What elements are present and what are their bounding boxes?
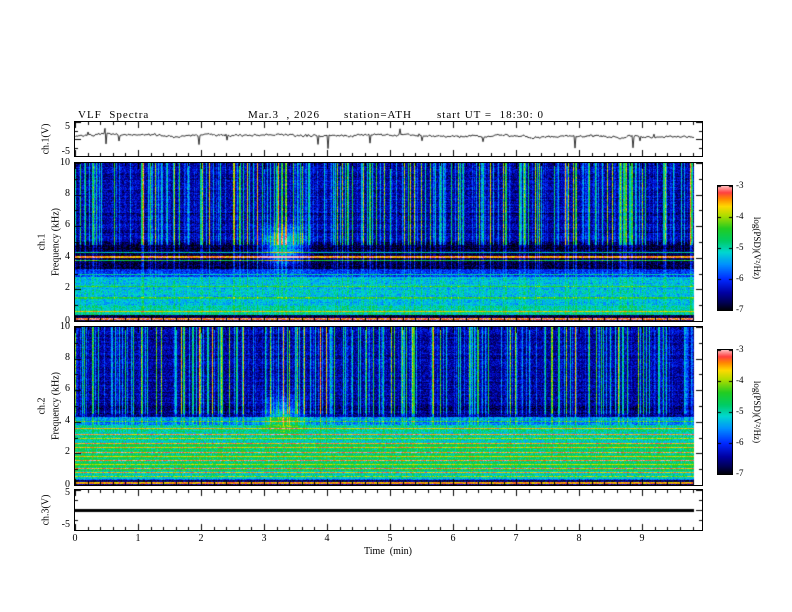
ch2-spectrogram-panel	[74, 326, 703, 486]
colorbar-tick-label: -4	[736, 375, 744, 385]
volt-tick-label: -5	[61, 519, 70, 530]
ch2-channel-label: ch.2	[36, 397, 48, 415]
freq-tick-label: 2	[65, 282, 70, 293]
colorbar-tick-label: -6	[736, 437, 744, 447]
time-tick-label: 6	[450, 533, 456, 544]
colorbar1-canvas	[718, 186, 732, 310]
time-axis-label: Time (min)	[364, 546, 412, 557]
colorbar2	[717, 349, 733, 475]
colorbar-tick-label: -5	[736, 406, 744, 416]
freq-tick-label: 2	[65, 446, 70, 457]
colorbar-tick-label: -4	[736, 211, 744, 221]
colorbar1-psd-label: log(PSD)(V²/Hz)	[752, 216, 762, 280]
time-tick-label: 2	[198, 533, 204, 544]
ch1-channel-label: ch.1	[36, 233, 48, 251]
ch1-spectrogram-panel	[74, 162, 703, 322]
time-tick-label: 7	[513, 533, 519, 544]
ch1-waveform-canvas	[75, 122, 702, 156]
time-tick-label: 4	[324, 533, 330, 544]
volt-tick-label: 5	[65, 121, 70, 132]
volt-tick-label: -5	[61, 146, 70, 157]
time-tick-label: 0	[72, 533, 78, 544]
colorbar-tick-label: -7	[736, 468, 744, 478]
time-tick-label: 8	[576, 533, 582, 544]
volt-tick-label: 5	[65, 487, 70, 498]
freq-tick-label: 8	[65, 352, 70, 363]
freq-tick-label: 6	[65, 383, 70, 394]
time-tick-label: 3	[261, 533, 267, 544]
freq-tick-label: 8	[65, 188, 70, 199]
figure-start-ut: start UT = 18:30: 0	[437, 109, 544, 121]
time-tick-label: 9	[639, 533, 645, 544]
ch3-waveform-canvas	[75, 490, 702, 530]
time-tick-label: 5	[387, 533, 393, 544]
freq-tick-label: 6	[65, 219, 70, 230]
ch2-spectrogram-canvas	[75, 327, 702, 485]
colorbar1	[717, 185, 733, 311]
colorbar2-psd-label: log(PSD)(V²/Hz)	[752, 380, 762, 444]
colorbar-tick-label: -7	[736, 304, 744, 314]
figure-station: station=ATH	[344, 109, 412, 121]
freq-tick-label: 4	[65, 251, 70, 262]
time-tick-label: 1	[135, 533, 141, 544]
vlf-spectra-figure: VLF Spectra Mar.3 , 2026 station=ATH sta…	[0, 0, 792, 612]
colorbar-tick-label: -5	[736, 242, 744, 252]
colorbar-tick-label: -3	[736, 180, 744, 190]
freq-tick-label: 0	[65, 315, 70, 326]
figure-date: Mar.3 , 2026	[248, 109, 320, 121]
figure-title: VLF Spectra	[78, 109, 150, 121]
ch1-waveform-panel	[74, 121, 703, 157]
ch3-waveform-panel	[74, 489, 703, 531]
ch1-spectrogram-canvas	[75, 163, 702, 321]
freq-tick-label: 4	[65, 415, 70, 426]
colorbar-tick-label: -6	[736, 273, 744, 283]
colorbar-tick-label: -3	[736, 344, 744, 354]
freq-tick-label: 10	[60, 157, 70, 168]
colorbar2-canvas	[718, 350, 732, 474]
